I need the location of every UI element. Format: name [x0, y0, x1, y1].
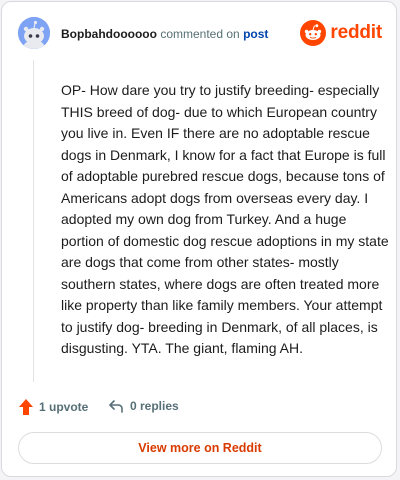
reddit-wordmark: reddit — [330, 22, 382, 43]
comment-actions: 1 upvote 0 replies — [18, 398, 380, 420]
view-more-button[interactable]: View more on Reddit — [18, 432, 382, 464]
comment-header: Bopbahdoooooo commented on post reddit — [18, 17, 382, 51]
replies-button[interactable]: 0 replies — [108, 398, 179, 414]
reddit-logo[interactable]: reddit — [300, 20, 382, 46]
post-link[interactable]: post — [243, 27, 268, 41]
comment-card: Bopbahdoooooo commented on post reddit O… — [1, 1, 397, 477]
upvote-count: 1 upvote — [39, 400, 89, 414]
upvote-arrow-icon — [19, 399, 33, 415]
avatar[interactable] — [18, 17, 50, 49]
upvote-button[interactable]: 1 upvote — [18, 398, 88, 416]
comment-byline: Bopbahdoooooo commented on post — [61, 27, 268, 41]
reply-arrow-icon — [109, 400, 123, 413]
reddit-snoo-icon — [300, 20, 327, 46]
snoo-avatar-icon — [18, 17, 50, 49]
replies-count: 0 replies — [130, 399, 179, 413]
comment-body: OP- How dare you try to justify breeding… — [61, 82, 389, 356]
username-link[interactable]: Bopbahdoooooo — [61, 27, 157, 41]
commented-on-text: commented on — [160, 27, 240, 41]
thread-line — [33, 60, 34, 382]
